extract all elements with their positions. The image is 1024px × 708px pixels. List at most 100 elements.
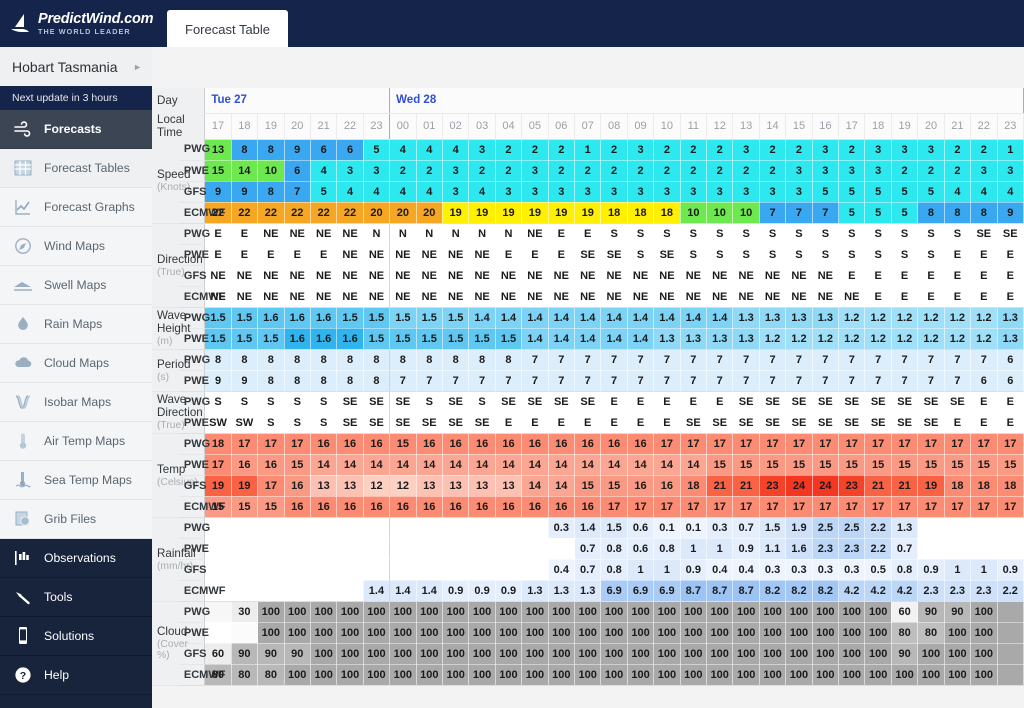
forecast-cell: 13 [416, 475, 443, 497]
forecast-cell: 17 [891, 433, 919, 455]
model-label: ECMWF [178, 580, 225, 602]
sidebar-filler [0, 695, 152, 708]
forecast-cell: 2 [944, 139, 972, 161]
forecast-cell: NE [336, 223, 364, 245]
forecast-cell: 90 [944, 601, 972, 623]
forecast-cell: 1.6 [257, 307, 285, 329]
thermometer-icon [12, 430, 34, 452]
sidebar-item-isobar-maps[interactable]: Isobar Maps [0, 383, 152, 422]
forecast-cell: 7 [600, 370, 628, 392]
forecast-cell: 17 [732, 433, 760, 455]
forecast-cell: S [891, 244, 919, 266]
sidebar-item-observations[interactable]: Observations [0, 539, 152, 578]
forecast-cell: 1.5 [416, 307, 443, 329]
forecast-cell: 7 [548, 370, 576, 392]
forecast-cell: 6.9 [653, 580, 681, 602]
forecast-cell [336, 580, 364, 602]
forecast-cell [521, 538, 549, 560]
forecast-cell: 1.6 [310, 307, 338, 329]
forecast-cell [336, 559, 364, 581]
sidebar-item-label: Cloud Maps [44, 356, 110, 370]
next-update-notice: Next update in 3 hours [0, 86, 152, 110]
forecast-cell [997, 601, 1024, 623]
forecast-cell: 7 [416, 370, 443, 392]
forecast-cell: E [970, 244, 998, 266]
sidebar-item-solutions[interactable]: Solutions [0, 617, 152, 656]
forecast-cell: 8 [363, 349, 391, 371]
forecast-cell: S [627, 223, 655, 245]
forecast-cell: E [944, 286, 972, 308]
sidebar-item-forecasts[interactable]: Forecasts [0, 110, 152, 149]
forecast-cell: 100 [838, 622, 866, 644]
sidebar-item-tools[interactable]: Tools [0, 578, 152, 617]
forecast-cell: 100 [310, 622, 338, 644]
forecast-cell: E [548, 412, 576, 434]
forecast-cell: 7 [627, 370, 655, 392]
forecast-cell: E [231, 223, 259, 245]
sidebar-item-swell-maps[interactable]: Swell Maps [0, 266, 152, 305]
forecast-cell: 7 [812, 349, 840, 371]
sidebar-item-help[interactable]: ? Help [0, 656, 152, 695]
forecast-cell: 1.6 [336, 328, 364, 350]
forecast-cell: 100 [495, 601, 523, 623]
forecast-cell: 100 [653, 622, 681, 644]
sidebar-item-grib-files[interactable]: Grib Files [0, 500, 152, 539]
forecast-cell: 7 [600, 349, 628, 371]
sailboat-icon [10, 13, 32, 35]
sidebar-item-air-temp-maps[interactable]: Air Temp Maps [0, 422, 152, 461]
day-header-wed: Wed 28 [389, 88, 1024, 114]
forecast-cell [310, 580, 338, 602]
forecast-cell: 3 [812, 160, 840, 182]
hour-header: 01 [416, 113, 443, 140]
forecast-cell: 2 [574, 160, 602, 182]
day-header-label: Day [152, 88, 205, 113]
forecast-cell: 3 [521, 160, 549, 182]
forecast-cell [257, 559, 285, 581]
brand-logo-area[interactable]: PredictWind.com THE WORLD LEADER [0, 0, 154, 47]
forecast-cell: 2 [944, 160, 972, 182]
forecast-cell: 7 [812, 370, 840, 392]
forecast-cell: 18 [680, 475, 708, 497]
table-row: PWE 1.5 1.5 1.5 1.6 1.6 1.6 1.5 1.5 1.5 1.5 1.5 1.5 1… [152, 328, 1024, 350]
predictwind-app: PredictWind.com THE WORLD LEADER Forecas… [0, 0, 1024, 708]
forecast-cell: 17 [732, 496, 760, 518]
sidebar-item-rain-maps[interactable]: Rain Maps [0, 305, 152, 344]
forecast-cell: N [468, 223, 496, 245]
forecast-cell: SE [468, 412, 496, 434]
forecast-cell: 7 [864, 370, 892, 392]
sidebar-item-wind-maps[interactable]: Wind Maps [0, 227, 152, 266]
hour-header: 03 [468, 113, 496, 140]
sidebar-item-sea-temp-maps[interactable]: Sea Temp Maps [0, 461, 152, 500]
forecast-cell: NE [600, 265, 628, 287]
brand-tagline: THE WORLD LEADER [38, 27, 131, 37]
forecast-cell: NE [389, 265, 417, 287]
forecast-cell: 7 [468, 370, 496, 392]
location-selector[interactable]: Hobart Tasmania ► [0, 47, 152, 86]
forecast-cell: 14 [389, 454, 417, 476]
forecast-cell: 17 [838, 496, 866, 518]
hour-header: 19 [257, 113, 285, 140]
forecast-cell [363, 517, 391, 539]
table-row: PWE E E E E E NE NE NE NE NE NE E E E SE SE S SE S S S S S S S S S S… [152, 244, 1024, 266]
forecast-cell: E [838, 265, 866, 287]
forecast-cell: SE [336, 412, 364, 434]
sidebar-item-forecast-graphs[interactable]: Forecast Graphs [0, 188, 152, 227]
forecast-cell: 1.5 [363, 307, 391, 329]
forecast-cell: 1.5 [442, 328, 470, 350]
sidebar-item-forecast-tables[interactable]: Forecast Tables [0, 149, 152, 188]
forecast-cell: 4.2 [838, 580, 866, 602]
forecast-cell: S [310, 391, 338, 413]
forecast-cell: 15 [970, 454, 998, 476]
forecast-cell: 14 [416, 454, 443, 476]
forecast-cell: 16 [257, 454, 285, 476]
tab-forecast-table[interactable]: Forecast Table [167, 10, 289, 47]
forecast-cell: 100 [416, 643, 443, 665]
sidebar-item-cloud-maps[interactable]: Cloud Maps [0, 344, 152, 383]
forecast-cell: 12 [363, 475, 391, 497]
forecast-cell: 100 [944, 664, 972, 686]
forecast-cell: 3 [600, 181, 628, 203]
location-name: Hobart Tasmania [12, 58, 118, 75]
forecast-cell: 1.2 [864, 307, 892, 329]
forecast-cell: 16 [468, 496, 496, 518]
row-group-label: Period (s) [152, 349, 191, 392]
